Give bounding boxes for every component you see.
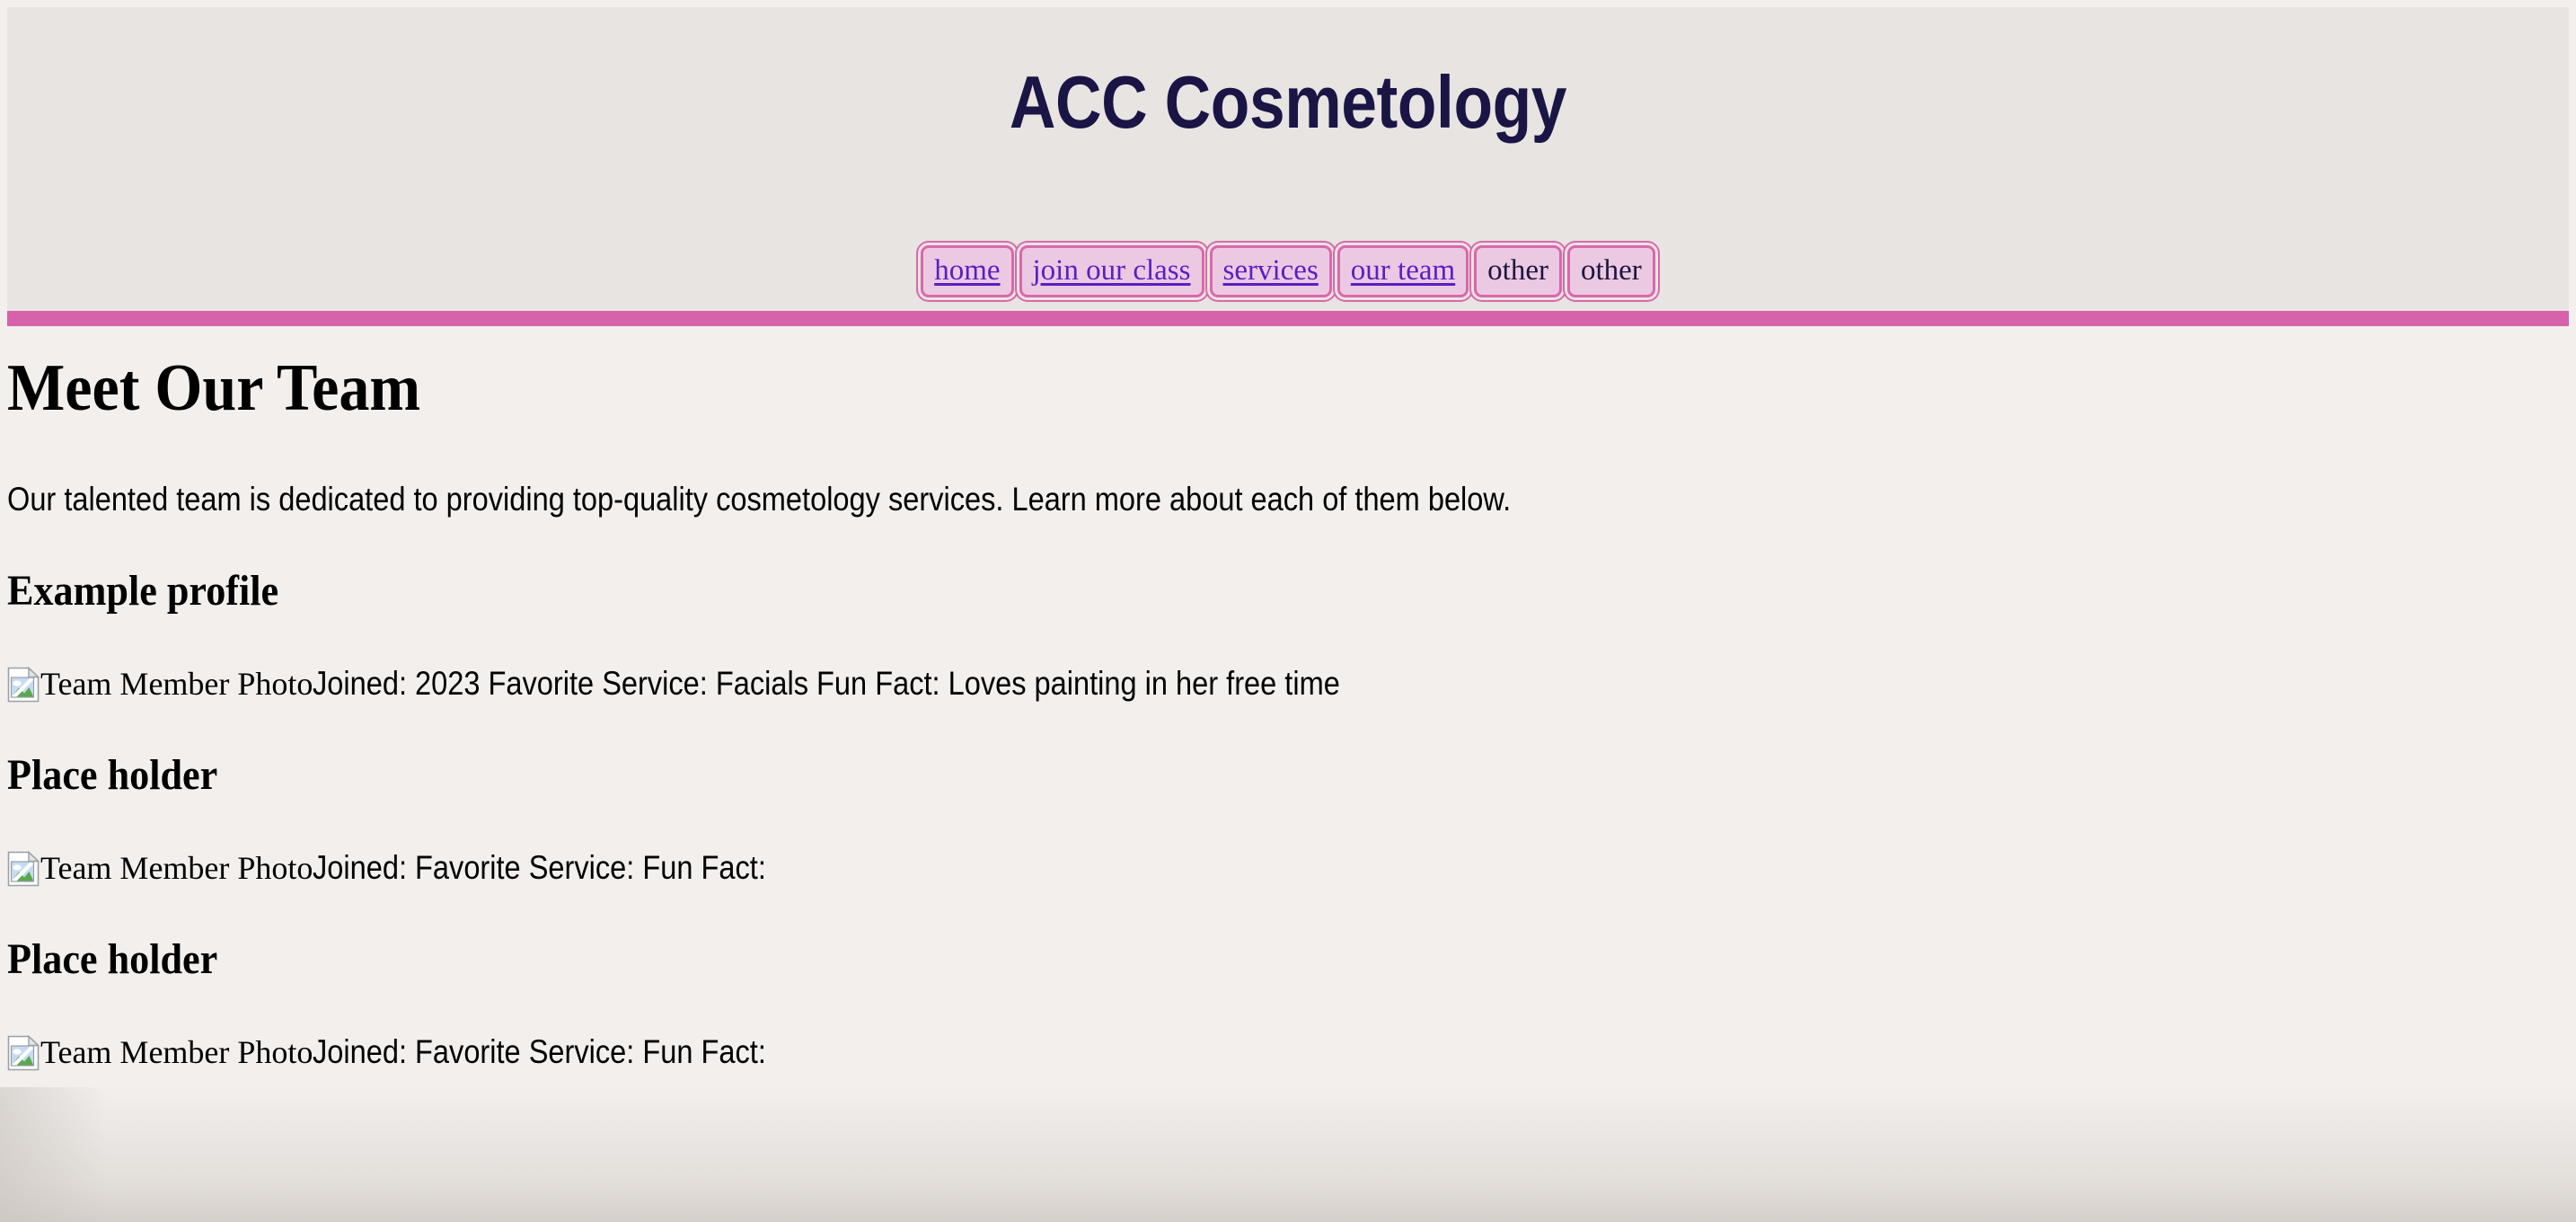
nav-item-join-our-class[interactable]: join our class [1019,245,1204,297]
member-photo-alt-1: Team Member Photo [40,666,313,702]
member-name-3: Place holder [7,935,218,983]
member-details-3: Joined: Favorite Service: Fun Fact: [313,1032,766,1072]
service-label-3: Favorite Service: [415,1033,635,1070]
fun-fact-label-1: Fun Fact: [816,665,940,702]
nav-item-home[interactable]: home [921,245,1014,297]
service-value-1: Facials [716,665,809,702]
fun-fact-value-1: Loves painting in her free time [948,665,1341,702]
broken-image-icon [7,1034,40,1071]
fun-fact-label-3: Fun Fact: [642,1033,767,1070]
member-row-3: Team Member Photo Joined: Favorite Servi… [7,984,2569,1072]
member-details-2: Joined: Favorite Service: Fun Fact: [313,848,766,888]
fun-fact-label-2: Fun Fact: [642,849,767,886]
joined-value-1: 2023 [415,665,481,702]
site-header: ACC Cosmetology home join our class servic… [7,7,2569,326]
service-label-2: Favorite Service: [415,849,635,886]
main-content: Meet Our Team Our talented team is dedic… [0,326,2576,1072]
header-accent-rule [7,311,2569,326]
intro-paragraph: Our talented team is dedicated to provid… [7,481,1512,518]
nav-item-other-2[interactable]: other [1566,245,1655,297]
page-left-shade [0,1087,108,1222]
joined-label-3: Joined: [313,1033,408,1070]
member-name-2: Place holder [7,751,218,799]
member-name-1: Example profile [7,567,279,615]
broken-image-icon [7,666,40,703]
main-navigation: home join our class services our team other o… [7,245,2569,297]
nav-item-other-1[interactable]: other [1474,245,1562,297]
service-label-1: Favorite Service: [488,665,709,702]
joined-label-1: Joined: [313,665,408,702]
broken-image-icon [7,850,40,887]
page-title: Meet Our Team [7,351,421,425]
joined-label-2: Joined: [313,849,408,886]
nav-item-services[interactable]: services [1209,245,1332,297]
site-title: ACC Cosmetology [1009,60,1567,144]
member-photo-alt-2: Team Member Photo [40,850,313,886]
member-row-1: Team Member Photo Joined: 2023 Favorite … [7,615,2569,704]
member-details-1: Joined: 2023 Favorite Service: Facials F… [313,664,1340,704]
page-bottom-shade [0,1087,2576,1222]
member-row-2: Team Member Photo Joined: Favorite Servi… [7,800,2569,888]
nav-item-our-team[interactable]: our team [1337,245,1469,297]
member-photo-alt-3: Team Member Photo [40,1034,313,1070]
